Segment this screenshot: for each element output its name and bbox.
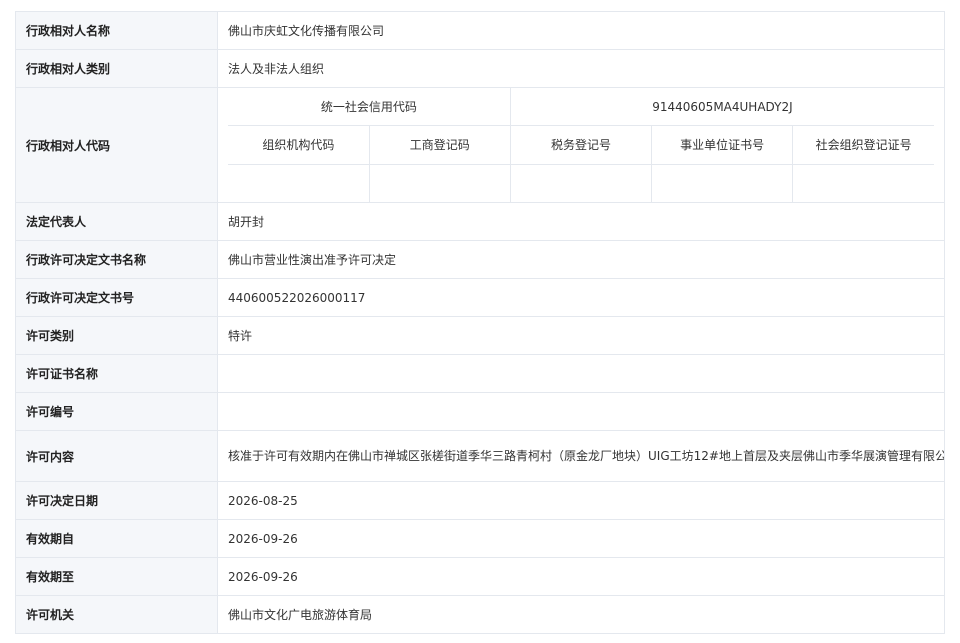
value-org-code [228,163,370,202]
row-legal-representative: 法定代表人 胡开封 [15,202,945,241]
header-social-org-reg-no: 社会组织登记证号 [792,125,934,165]
label-valid-to: 有效期至 [15,557,218,596]
value-decision-doc-name: 佛山市营业性演出准予许可决定 [217,240,945,279]
label-valid-from: 有效期自 [15,519,218,558]
label-counterparty-code: 行政相对人代码 [15,87,218,203]
label-legal-representative: 法定代表人 [15,202,218,241]
label-permit-number: 许可编号 [15,392,218,431]
label-permit-authority: 许可机关 [15,595,218,634]
row-counterparty-name: 行政相对人名称 佛山市庆虹文化传播有限公司 [15,11,945,50]
header-institution-cert-no: 事业单位证书号 [651,125,794,165]
row-counterparty-code: 行政相对人代码 统一社会信用代码 91440605MA4UHADY2J 组织机构… [15,87,945,203]
row-decision-doc-no: 行政许可决定文书号 440600522026000117 [15,278,945,317]
header-org-code: 组织机构代码 [228,125,370,165]
value-legal-representative: 胡开封 [217,202,945,241]
label-counterparty-name: 行政相对人名称 [15,11,218,50]
uscc-row: 统一社会信用代码 91440605MA4UHADY2J [228,88,934,127]
row-decision-doc-name: 行政许可决定文书名称 佛山市营业性演出准予许可决定 [15,240,945,279]
row-permit-category: 许可类别 特许 [15,316,945,355]
row-permit-content: 许可内容 核准于许可有效期内在佛山市禅城区张槎街道季华三路青柯村（原金龙厂地块）… [15,430,945,482]
row-permit-authority: 许可机关 佛山市文化广电旅游体育局 [15,595,945,634]
label-permit-content: 许可内容 [15,430,218,482]
value-permit-content: 核准于许可有效期内在佛山市禅城区张槎街道季华三路青柯村（原金龙厂地块）UIG工坊… [217,430,945,482]
value-certificate-name [217,354,945,393]
row-permit-number: 许可编号 [15,392,945,431]
header-tax-reg-no: 税务登记号 [509,125,653,165]
label-certificate-name: 许可证书名称 [15,354,218,393]
code-headers-row: 组织机构代码 工商登记码 税务登记号 事业单位证书号 社会组织登记证号 [228,125,934,165]
value-social-org-reg-no [792,163,934,202]
value-decision-doc-no: 440600522026000117 [217,278,945,317]
code-subtable-cell: 统一社会信用代码 91440605MA4UHADY2J 组织机构代码 工商登记码… [217,87,945,203]
value-business-reg-code [368,163,511,202]
row-decision-date: 许可决定日期 2026-08-25 [15,481,945,520]
row-valid-to: 有效期至 2026-09-26 [15,557,945,596]
row-certificate-name: 许可证书名称 [15,354,945,393]
value-valid-from: 2026-09-26 [217,519,945,558]
label-decision-date: 许可决定日期 [15,481,218,520]
permit-info-panel: 行政相对人名称 佛山市庆虹文化传播有限公司 行政相对人类别 法人及非法人组织 行… [15,11,945,634]
uscc-label: 统一社会信用代码 [228,88,511,127]
value-valid-to: 2026-09-26 [217,557,945,596]
value-permit-category: 特许 [217,316,945,355]
value-institution-cert-no [651,163,794,202]
value-permit-number [217,392,945,431]
label-permit-category: 许可类别 [15,316,218,355]
row-counterparty-type: 行政相对人类别 法人及非法人组织 [15,49,945,88]
value-decision-date: 2026-08-25 [217,481,945,520]
value-permit-authority: 佛山市文化广电旅游体育局 [217,595,945,634]
code-values-row [228,163,934,202]
code-subtable: 统一社会信用代码 91440605MA4UHADY2J 组织机构代码 工商登记码… [228,88,934,202]
permit-info-table: 行政相对人名称 佛山市庆虹文化传播有限公司 行政相对人类别 法人及非法人组织 行… [15,11,945,634]
value-tax-reg-no [509,163,653,202]
header-business-reg-code: 工商登记码 [368,125,511,165]
row-valid-from: 有效期自 2026-09-26 [15,519,945,558]
label-counterparty-type: 行政相对人类别 [15,49,218,88]
value-counterparty-type: 法人及非法人组织 [217,49,945,88]
value-counterparty-name: 佛山市庆虹文化传播有限公司 [217,11,945,50]
uscc-value: 91440605MA4UHADY2J [509,88,934,127]
label-decision-doc-no: 行政许可决定文书号 [15,278,218,317]
label-decision-doc-name: 行政许可决定文书名称 [15,240,218,279]
